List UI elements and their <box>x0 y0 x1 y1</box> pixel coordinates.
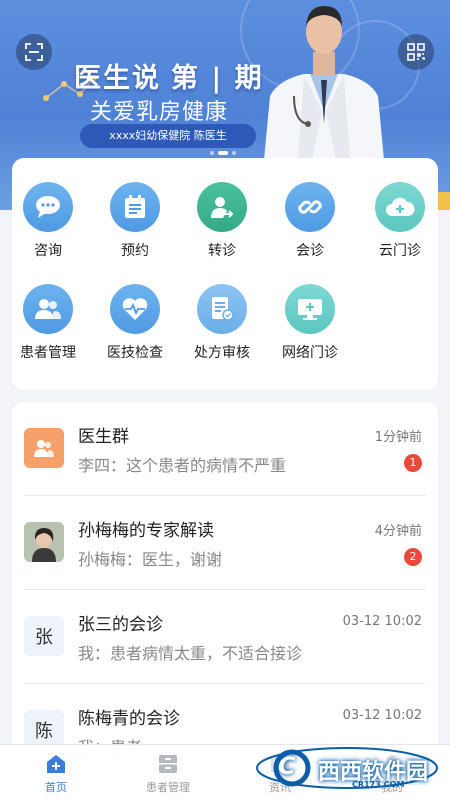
list-item[interactable]: 张 张三的会诊 我：患者病情太重，不适合接诊 03-12 10:02 <box>12 590 438 684</box>
pager-dot-active <box>218 151 228 155</box>
unread-badge: 1 <box>404 454 422 472</box>
pager-dot <box>232 151 236 155</box>
menu-label: 云门诊 <box>379 243 421 259</box>
watermark-url: CR173.COM <box>352 780 405 789</box>
avatar <box>24 522 64 562</box>
menu-label: 转诊 <box>208 243 236 259</box>
scan-icon <box>25 43 43 61</box>
menu-item-online-clinic[interactable]: 网络门诊 <box>270 284 350 362</box>
person-photo <box>24 522 64 562</box>
prescription-icon <box>197 284 247 334</box>
doctor-illustration <box>264 6 384 160</box>
menu-item-consultation[interactable]: 会诊 <box>270 182 350 260</box>
cloud-plus-icon <box>375 182 425 232</box>
link-icon <box>285 182 335 232</box>
menu-item-consult[interactable]: 咨询 <box>8 182 88 260</box>
banner-title: 医生说第 | 期 <box>74 56 264 95</box>
banner-ribbon: xxxx妇幼保健院 陈医生 <box>80 124 256 148</box>
message-preview: 我：患者病情太重，不适合接诊 <box>78 644 303 663</box>
monitor-plus-icon <box>285 284 335 334</box>
menu-label: 网络门诊 <box>282 345 338 361</box>
letter-avatar: 张 <box>24 616 64 656</box>
qr-code-button[interactable] <box>398 34 434 70</box>
menu-label: 咨询 <box>34 243 62 259</box>
pager-dot <box>210 151 214 155</box>
group-avatar <box>24 428 64 468</box>
menu-label: 医技检查 <box>107 345 163 361</box>
menu-item-prescription-review[interactable]: 处方审核 <box>182 284 262 362</box>
user-transfer-icon <box>197 182 247 232</box>
watermark-mark: C <box>278 752 296 780</box>
message-time: 03-12 10:02 <box>342 614 422 629</box>
qr-code-icon <box>407 43 425 61</box>
message-title: 张三的会诊 <box>78 615 163 635</box>
list-item[interactable]: 孙梅梅的专家解读 孙梅梅：医生，谢谢 4分钟前 2 <box>12 496 438 590</box>
chat-bubble-icon <box>23 182 73 232</box>
unread-badge: 2 <box>404 548 422 566</box>
tab-label: 患者管理 <box>146 781 190 794</box>
message-title: 医生群 <box>78 427 129 447</box>
calendar-icon <box>110 182 160 232</box>
group-icon <box>34 440 54 457</box>
message-title: 孙梅梅的专家解读 <box>78 521 214 541</box>
message-title: 陈梅青的会诊 <box>78 709 180 729</box>
quick-menu: 咨询 预约 转诊 会诊 云门诊 患者管理 医技检查 处方审核 网络门诊 <box>12 158 438 390</box>
message-time: 03-12 10:02 <box>342 708 422 723</box>
banner-pager <box>210 151 236 155</box>
tab-home[interactable]: 首页 <box>0 751 112 795</box>
menu-item-appointment[interactable]: 预约 <box>95 182 175 260</box>
tab-patient-management[interactable]: 患者管理 <box>112 751 224 795</box>
cabinet-icon <box>159 755 177 773</box>
menu-item-patient-management[interactable]: 患者管理 <box>8 284 88 362</box>
banner-title-text: 医生说 <box>74 63 161 94</box>
tab-label: 首页 <box>45 781 67 794</box>
banner-subtitle: 关爱乳房健康 <box>90 100 229 125</box>
list-item[interactable]: 医生群 李四：这个患者的病情不严重 1分钟前 1 <box>12 402 438 496</box>
home-plus-icon <box>47 755 65 773</box>
scan-button[interactable] <box>16 34 52 70</box>
menu-label: 患者管理 <box>20 345 76 361</box>
menu-item-cloud-clinic[interactable]: 云门诊 <box>360 182 440 260</box>
menu-item-referral[interactable]: 转诊 <box>182 182 262 260</box>
menu-label: 处方审核 <box>194 345 250 361</box>
menu-label: 会诊 <box>296 243 324 259</box>
heart-pulse-icon <box>110 284 160 334</box>
message-time: 1分钟前 <box>374 430 422 445</box>
message-preview: 李四：这个患者的病情不严重 <box>78 456 287 475</box>
message-list: 医生群 李四：这个患者的病情不严重 1分钟前 1 孙梅梅的专家解读 孙梅梅：医生… <box>12 402 438 800</box>
message-time: 4分钟前 <box>374 524 422 539</box>
patients-icon <box>23 284 73 334</box>
message-preview: 孙梅梅：医生，谢谢 <box>78 550 223 569</box>
menu-label: 预约 <box>121 243 149 259</box>
menu-item-medical-exam[interactable]: 医技检查 <box>95 284 175 362</box>
banner-issue: 第 | 期 <box>171 63 264 94</box>
